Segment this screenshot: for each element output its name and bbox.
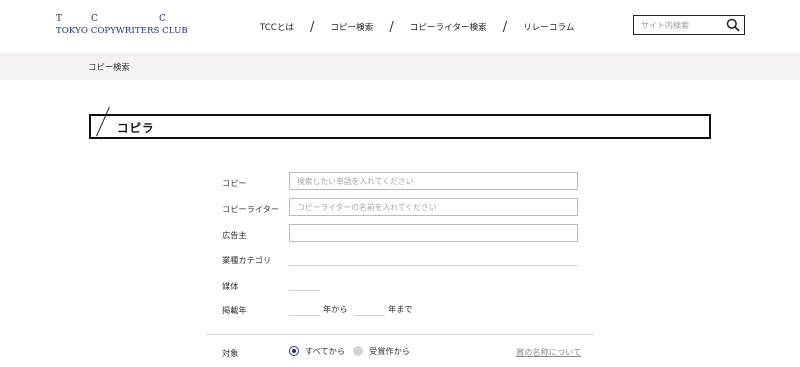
- nav-separator: /: [309, 19, 315, 35]
- copy-label: コピー: [222, 178, 247, 188]
- industry-label: 業種カテゴリ: [222, 255, 272, 265]
- year-from-select[interactable]: [289, 315, 320, 316]
- media-select[interactable]: [289, 290, 320, 291]
- logo-letters: T C C: [56, 14, 186, 25]
- copy-input[interactable]: [289, 172, 578, 190]
- form-divider: [206, 334, 594, 335]
- copywriter-input[interactable]: [289, 198, 578, 216]
- nav-item-relay-column[interactable]: リレーコラム: [523, 21, 574, 33]
- section-title-box: コピラ: [89, 106, 711, 139]
- year-to-select[interactable]: [354, 315, 385, 316]
- radio-award-winners[interactable]: 受賞作から: [353, 345, 410, 357]
- site-search-input[interactable]: [634, 16, 726, 34]
- year-to-unit: 年まで: [388, 304, 413, 314]
- year-label: 掲載年: [222, 305, 247, 315]
- section-title: コピラ: [117, 121, 155, 135]
- breadcrumb-current: コピー検索: [88, 62, 130, 72]
- logo-letter-c2: C: [159, 14, 166, 24]
- site-search: [633, 15, 745, 35]
- breadcrumb: コピー検索: [0, 53, 800, 80]
- logo-subtitle: TOKYO COPYWRITERS CLUB: [56, 26, 188, 36]
- nav-item-about[interactable]: TCCとは: [260, 21, 294, 33]
- nav-separator: /: [389, 19, 394, 35]
- logo-letter-c1: C: [91, 14, 98, 24]
- nav-item-copy-search[interactable]: コピー検索: [330, 21, 373, 33]
- target-label: 対象: [222, 348, 239, 358]
- main-nav: TCCとは / コピー検索 / コピーライター検索 / リレーコラム: [260, 18, 574, 36]
- radio-selected-icon: [289, 346, 299, 356]
- advertiser-input[interactable]: [289, 224, 578, 242]
- radio-unselected-icon: [353, 346, 363, 356]
- year-from-unit: 年から: [323, 304, 348, 314]
- title-slash-decoration: [96, 106, 110, 137]
- tcc-logo[interactable]: T C C TOKYO COPYWRITERS CLUB: [56, 14, 188, 40]
- media-label: 媒体: [222, 281, 239, 291]
- search-icon[interactable]: [726, 18, 740, 32]
- radio-all-label: すべてから: [305, 346, 346, 356]
- page: T C C TOKYO COPYWRITERS CLUB TCCとは / コピー…: [0, 0, 800, 367]
- logo-letter-t: T: [56, 14, 63, 24]
- nav-separator: /: [502, 19, 508, 35]
- copywriter-label: コピーライター: [222, 204, 279, 214]
- advertiser-label: 広告主: [222, 230, 247, 240]
- award-names-link[interactable]: 賞の名称について: [516, 346, 581, 358]
- radio-all[interactable]: すべてから: [289, 345, 345, 357]
- nav-item-copywriter-search[interactable]: コピーライター検索: [410, 21, 487, 33]
- industry-select[interactable]: [289, 265, 578, 266]
- radio-award-label: 受賞作から: [369, 346, 410, 356]
